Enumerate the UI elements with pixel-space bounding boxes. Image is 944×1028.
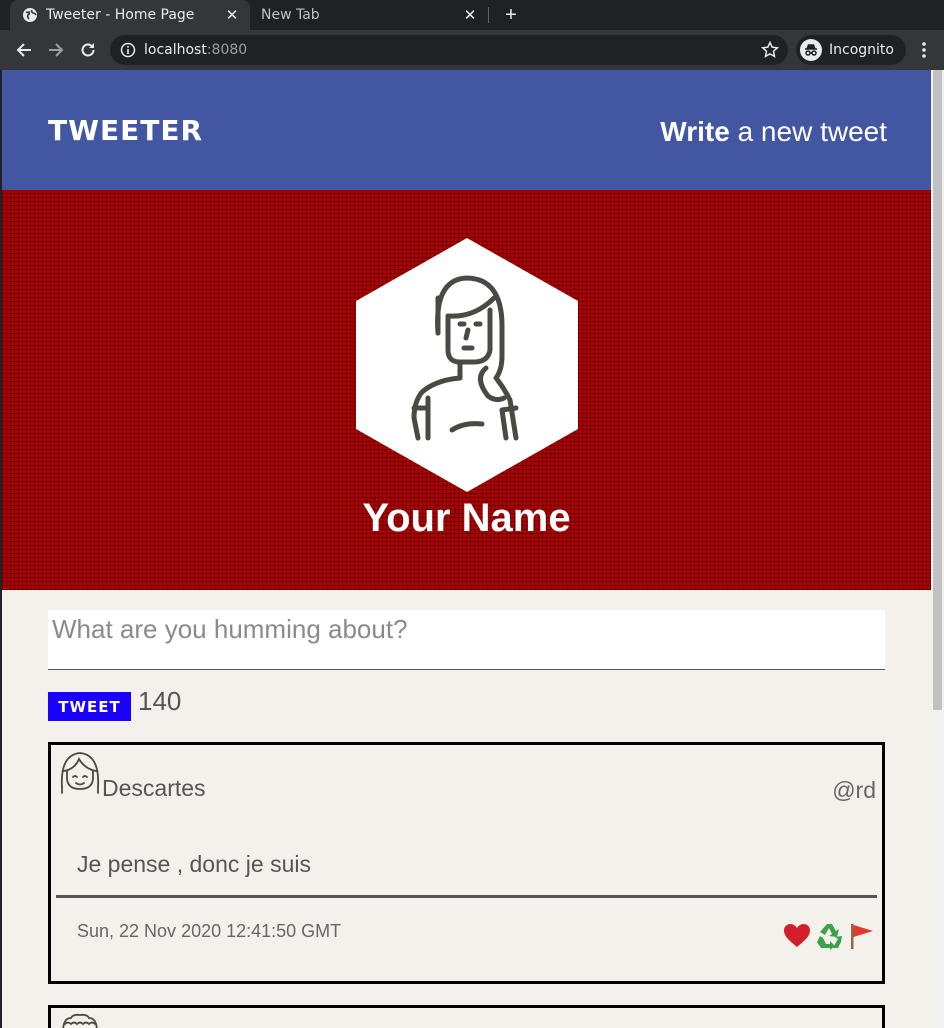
tweet-card: Descartes @rd Je pense , donc je suis Su… [48, 742, 885, 984]
close-tab-icon[interactable]: ✕ [222, 5, 242, 25]
close-tab-icon[interactable]: ✕ [460, 5, 480, 25]
write-link-rest: a new tweet [729, 116, 887, 147]
tab-title: Tweeter - Home Page [46, 7, 195, 23]
tweet-actions [782, 921, 876, 951]
site-logo[interactable]: TWEETER [48, 114, 203, 147]
write-link-strong: Write [660, 116, 730, 147]
tab-new-tab[interactable]: New Tab ✕ [250, 0, 488, 30]
recycle-icon[interactable] [814, 921, 844, 951]
browser-menu-button[interactable] [914, 38, 934, 62]
write-new-tweet-link[interactable]: Write a new tweet [660, 116, 887, 148]
kebab-menu-icon [922, 42, 926, 58]
address-bar[interactable]: localhost:8080 [110, 35, 788, 65]
tweet-content: Je pense , donc je suis [77, 851, 311, 877]
forward-button[interactable] [44, 38, 68, 62]
profile-header: Your Name [2, 190, 931, 590]
back-button[interactable] [12, 38, 36, 62]
tab-title: New Tab [261, 7, 320, 23]
site-navbar: TWEETER Write a new tweet [2, 70, 931, 190]
tweet-composer [48, 610, 885, 670]
arrow-left-icon [16, 43, 31, 57]
reload-button[interactable] [76, 38, 100, 62]
flag-icon[interactable] [846, 921, 876, 951]
bookmark-star-icon[interactable] [760, 40, 780, 60]
scrollbar-thumb[interactable] [933, 70, 942, 710]
tweet-button[interactable]: TWEET [48, 692, 131, 721]
page-scrollbar[interactable] [931, 70, 944, 1028]
incognito-icon [800, 39, 822, 61]
globe-icon [22, 7, 38, 23]
heart-icon[interactable] [782, 921, 812, 951]
url-text: localhost:8080 [144, 42, 248, 58]
tweet-author-handle: @rd [832, 777, 876, 803]
incognito-label: Incognito [829, 42, 894, 58]
browser-tab-bar: Tweeter - Home Page ✕ New Tab ✕ + [0, 0, 944, 30]
reload-icon [81, 43, 95, 57]
tab-separator [488, 7, 489, 23]
tweet-author-name: Descartes [102, 775, 206, 801]
page-viewport: TWEETER Write a new tweet Your Name TWEE… [2, 70, 931, 1028]
arrow-right-icon [49, 43, 64, 57]
tab-tweeter-home[interactable]: Tweeter - Home Page ✕ [10, 0, 250, 30]
incognito-indicator[interactable]: Incognito [796, 35, 906, 65]
info-icon[interactable] [120, 42, 136, 58]
tweet-divider [56, 895, 877, 898]
tweet-input[interactable] [48, 610, 885, 669]
browser-toolbar: localhost:8080 Incognito [0, 30, 944, 70]
tweet-author-avatar [60, 752, 100, 794]
profile-avatar [356, 238, 578, 492]
tweet-timestamp: Sun, 22 Nov 2020 12:41:50 GMT [77, 921, 342, 941]
character-counter: 140 [138, 686, 182, 716]
tweet-author-avatar [62, 1013, 98, 1028]
new-tab-button[interactable]: + [500, 4, 522, 26]
profile-name: Your Name [362, 496, 571, 540]
tweet-card [48, 1005, 885, 1028]
